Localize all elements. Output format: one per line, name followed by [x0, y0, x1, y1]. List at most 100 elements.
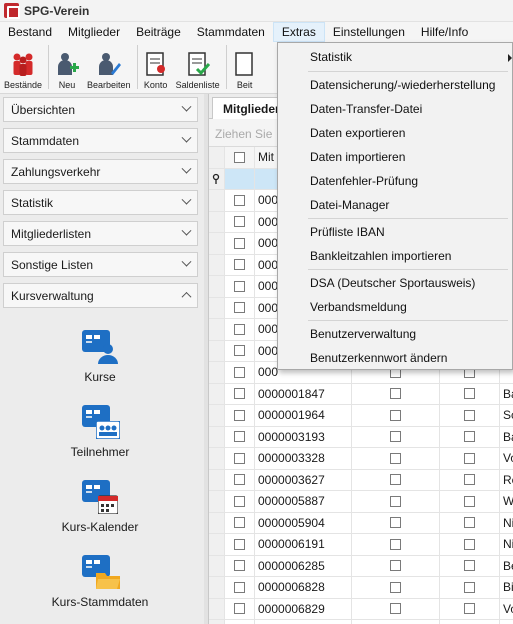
flag-checkbox[interactable] — [390, 581, 401, 593]
table-row[interactable]: 0000001964 Sc — [209, 405, 513, 427]
bestaende-button[interactable]: Bestände — [0, 43, 46, 93]
saldenliste-button[interactable]: Saldenliste — [172, 43, 224, 93]
menu-item-pruefliste-iban[interactable]: Prüfliste IBAN — [278, 221, 512, 243]
row-checkbox[interactable] — [234, 194, 245, 206]
row-checkbox[interactable] — [234, 495, 245, 507]
select-all-checkbox[interactable] — [234, 151, 245, 163]
menu-einstellungen[interactable]: Einstellungen — [325, 22, 413, 42]
konto-button[interactable]: Konto — [140, 43, 172, 93]
edit-user-icon — [98, 53, 121, 75]
table-row[interactable]: 0000003328 Vo — [209, 448, 513, 470]
flag-checkbox[interactable] — [390, 560, 401, 572]
toolbar-divider — [136, 45, 138, 89]
menu-item-daten-transfer-datei[interactable]: Daten-Transfer-Datei — [278, 98, 512, 120]
flag-checkbox[interactable] — [390, 409, 401, 421]
row-checkbox[interactable] — [234, 280, 245, 292]
bearbeiten-button[interactable]: Bearbeiten — [83, 43, 135, 93]
flag-checkbox[interactable] — [464, 388, 475, 400]
table-row[interactable]: 0000003193 Ba — [209, 426, 513, 448]
flag-cell — [440, 598, 500, 619]
menu-stammdaten[interactable]: Stammdaten — [189, 22, 273, 42]
row-checkbox[interactable] — [234, 237, 245, 249]
flag-checkbox[interactable] — [464, 517, 475, 529]
table-row[interactable]: 0000006828 Bi — [209, 577, 513, 599]
filter-cell[interactable] — [225, 168, 255, 189]
flag-checkbox[interactable] — [464, 452, 475, 464]
menu-item-daten-exportieren[interactable]: Daten exportieren — [278, 122, 512, 144]
sidebar-section-zahlungsverkehr[interactable]: Zahlungsverkehr — [3, 159, 198, 184]
menu-item-benutzerverwaltung[interactable]: Benutzerverwaltung — [278, 323, 512, 345]
menu-item-daten-importieren[interactable]: Daten importieren — [278, 146, 512, 168]
table-row[interactable]: 0000005904 Ni — [209, 512, 513, 534]
table-row[interactable]: 0000006285 Be — [209, 555, 513, 577]
flag-checkbox[interactable] — [390, 495, 401, 507]
row-checkbox[interactable] — [234, 538, 245, 550]
sidebar-section-uebersichten[interactable]: Übersichten — [3, 97, 198, 122]
flag-checkbox[interactable] — [464, 474, 475, 486]
teilnehmer-item[interactable]: Teilnehmer — [30, 401, 170, 459]
kurse-item[interactable]: Kurse — [30, 326, 170, 384]
table-row[interactable]: 0000006829 Vo — [209, 598, 513, 620]
row-checkbox[interactable] — [234, 517, 245, 529]
kurs-stammdaten-item[interactable]: Kurs-Stammdaten — [30, 551, 170, 609]
kurs-kalender-item[interactable]: Kurs-Kalender — [30, 476, 170, 534]
table-row[interactable]: 0000006191 Ni — [209, 534, 513, 556]
menu-mitglieder[interactable]: Mitglieder — [60, 22, 128, 42]
menu-item-bankleitzahlen-importieren[interactable]: Bankleitzahlen importieren — [278, 245, 512, 267]
flag-checkbox[interactable] — [390, 517, 401, 529]
row-checkbox[interactable] — [234, 302, 245, 314]
row-checkbox[interactable] — [234, 603, 245, 615]
sidebar-section-kursverwaltung[interactable]: Kursverwaltung — [3, 283, 198, 308]
neu-button[interactable]: Neu — [51, 43, 83, 93]
sidebar-section-sonstige-listen[interactable]: Sonstige Listen — [3, 252, 198, 277]
select-cell — [225, 190, 255, 211]
menu-extras[interactable]: Extras — [272, 22, 325, 42]
menu-item-datei-manager[interactable]: Datei-Manager — [278, 194, 512, 216]
table-row[interactable]: 0000005887 W — [209, 491, 513, 513]
table-row[interactable]: 0000001847 Ba — [209, 383, 513, 405]
flag-checkbox[interactable] — [390, 603, 401, 615]
menu-item-verbandsmeldung[interactable]: Verbandsmeldung — [278, 296, 512, 318]
row-checkbox[interactable] — [234, 259, 245, 271]
row-checkbox[interactable] — [234, 366, 245, 378]
row-indicator — [209, 577, 225, 598]
flag-checkbox[interactable] — [390, 452, 401, 464]
flag-checkbox[interactable] — [390, 474, 401, 486]
menu-item-datensicherung[interactable]: Datensicherung/-wiederherstellung — [278, 74, 512, 96]
row-checkbox[interactable] — [234, 452, 245, 464]
sidebar-section-mitgliederlisten[interactable]: Mitgliederlisten — [3, 221, 198, 246]
row-checkbox[interactable] — [234, 581, 245, 593]
table-row[interactable]: 0000003627 Re — [209, 469, 513, 491]
table-row[interactable]: 0000006830 W — [209, 620, 513, 624]
row-checkbox[interactable] — [234, 560, 245, 572]
menu-bestand[interactable]: Bestand — [0, 22, 60, 42]
menu-hilfe-info[interactable]: Hilfe/Info — [413, 22, 476, 42]
flag-checkbox[interactable] — [464, 581, 475, 593]
menu-item-benutzerkennwort-aendern[interactable]: Benutzerkennwort ändern — [278, 347, 512, 369]
select-cell — [225, 577, 255, 598]
flag-checkbox[interactable] — [464, 538, 475, 550]
row-checkbox[interactable] — [234, 388, 245, 400]
flag-checkbox[interactable] — [390, 538, 401, 550]
flag-checkbox[interactable] — [390, 431, 401, 443]
flag-checkbox[interactable] — [464, 431, 475, 443]
row-checkbox[interactable] — [234, 345, 245, 357]
sidebar-section-statistik[interactable]: Statistik — [3, 190, 198, 215]
flag-checkbox[interactable] — [464, 409, 475, 421]
flag-checkbox[interactable] — [464, 560, 475, 572]
kurs-kalender-label: Kurs-Kalender — [61, 520, 139, 534]
menu-item-datenfehler-pruefung[interactable]: Datenfehler-Prüfung — [278, 170, 512, 192]
sidebar-section-stammdaten[interactable]: Stammdaten — [3, 128, 198, 153]
row-checkbox[interactable] — [234, 431, 245, 443]
row-checkbox[interactable] — [234, 216, 245, 228]
row-checkbox[interactable] — [234, 409, 245, 421]
flag-checkbox[interactable] — [390, 388, 401, 400]
beitrag-button[interactable]: Beit — [229, 43, 261, 93]
menu-item-statistik[interactable]: Statistik — [278, 46, 512, 68]
row-checkbox[interactable] — [234, 474, 245, 486]
flag-checkbox[interactable] — [464, 603, 475, 615]
row-checkbox[interactable] — [234, 323, 245, 335]
flag-checkbox[interactable] — [464, 495, 475, 507]
menu-item-dsa[interactable]: DSA (Deutscher Sportausweis) — [278, 272, 512, 294]
menu-beitraege[interactable]: Beiträge — [128, 22, 189, 42]
